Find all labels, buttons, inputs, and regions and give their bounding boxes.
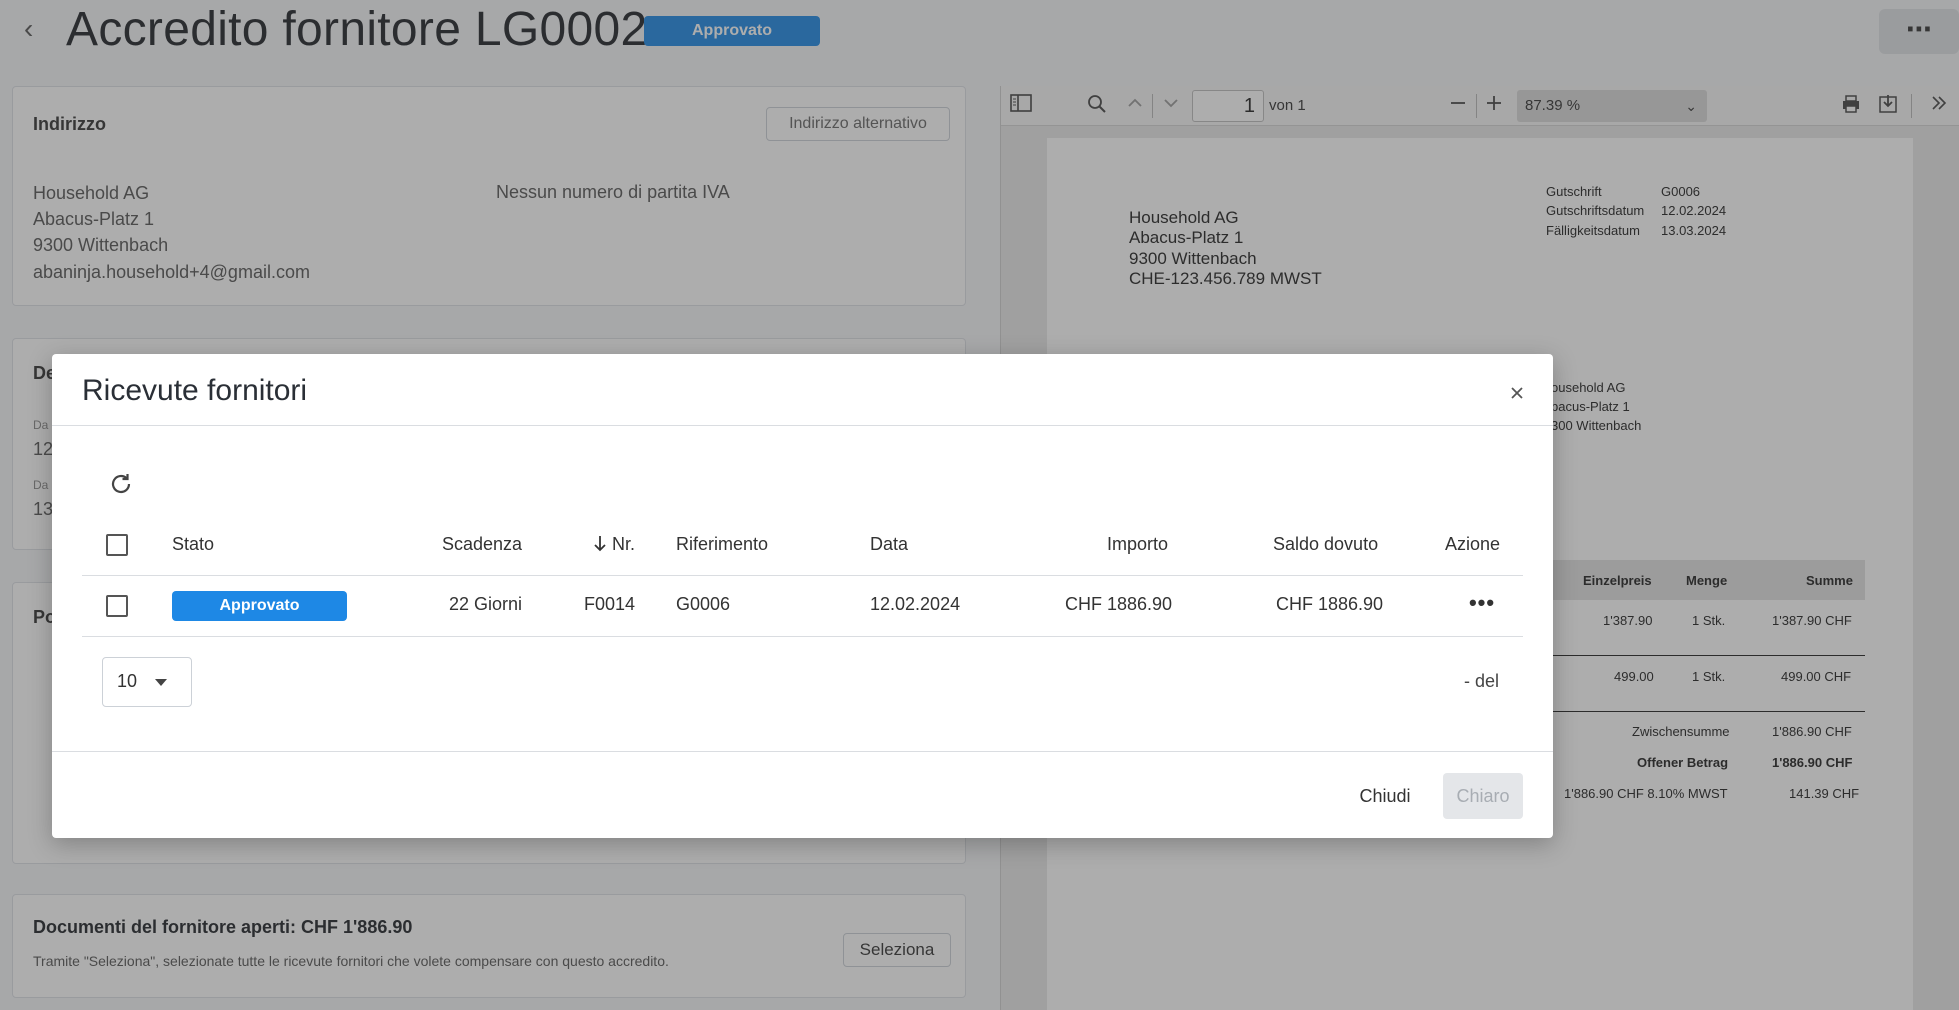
sort-arrow-down-icon	[593, 534, 607, 557]
dialog-footer-divider	[52, 751, 1553, 752]
row-checkbox[interactable]	[106, 595, 128, 617]
page-size-select[interactable]: 10	[102, 657, 192, 707]
row-reference: G0006	[676, 594, 731, 614]
column-header-due[interactable]: Scadenza	[442, 534, 522, 555]
row-amount: CHF 1886.90	[1065, 594, 1173, 614]
column-header-date[interactable]: Data	[870, 534, 908, 555]
row-status-badge: Approvato	[172, 591, 347, 621]
close-icon[interactable]	[1502, 378, 1532, 408]
row-due: 22 Giorni	[449, 594, 523, 614]
select-all-checkbox[interactable]	[106, 534, 128, 556]
row-date: 12.02.2024	[870, 594, 961, 614]
row-balance: CHF 1886.90	[1276, 594, 1384, 614]
column-header-balance[interactable]: Saldo dovuto	[1273, 534, 1378, 555]
supplier-receipts-dialog: Ricevute fornitori Stato Scadenza Nr. Ri…	[52, 354, 1553, 838]
confirm-button[interactable]: Chiaro	[1443, 773, 1523, 819]
row-nr: F0014	[584, 594, 636, 614]
row-actions-icon[interactable]: •••	[1464, 588, 1500, 618]
dialog-title: Ricevute fornitori	[82, 374, 308, 407]
column-header-nr[interactable]: Nr.	[612, 534, 635, 555]
column-header-status[interactable]: Stato	[172, 534, 214, 555]
caret-down-icon	[155, 679, 167, 686]
page-size-value: 10	[117, 671, 138, 691]
column-header-action: Azione	[1445, 534, 1501, 554]
close-button[interactable]: Chiudi	[1345, 774, 1425, 818]
table-header-divider	[82, 575, 1523, 576]
pagination-range: - del	[1464, 671, 1500, 691]
table-row-divider	[82, 636, 1523, 637]
refresh-icon[interactable]	[105, 468, 137, 500]
dialog-header-divider	[52, 425, 1553, 426]
column-header-reference[interactable]: Riferimento	[676, 534, 768, 555]
column-header-amount[interactable]: Importo	[1107, 534, 1168, 555]
